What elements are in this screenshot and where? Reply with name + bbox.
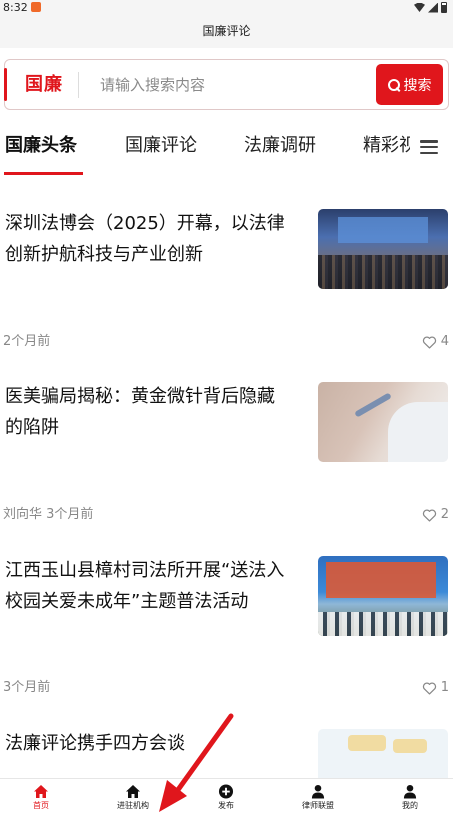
- like-count: 4: [440, 334, 449, 349]
- nav-home[interactable]: 首页: [11, 784, 71, 812]
- nav-label: 我的: [402, 801, 418, 810]
- nav-label: 进驻机构: [117, 801, 149, 810]
- nav-label: 律师联盟: [302, 801, 334, 810]
- tab-headlines[interactable]: 国廉头条: [5, 134, 77, 158]
- nav-institutions[interactable]: 进驻机构: [103, 784, 163, 812]
- search-input[interactable]: [100, 72, 360, 98]
- news-thumbnail[interactable]: [318, 556, 448, 636]
- battery-icon: [441, 2, 447, 13]
- signal-icon: [428, 2, 438, 13]
- news-title[interactable]: 深圳法博会（2025）开幕，以法律创新护航科技与产业创新: [5, 208, 290, 270]
- heart-icon: [422, 336, 436, 349]
- news-thumbnail[interactable]: [318, 209, 448, 289]
- search-divider: [78, 72, 79, 98]
- nav-publish[interactable]: 发布: [196, 784, 256, 812]
- news-meta: 2个月前: [3, 334, 51, 349]
- home-icon: [126, 785, 140, 798]
- news-title[interactable]: 法廉评论携手四方会谈: [5, 728, 290, 759]
- like-button[interactable]: 1: [422, 680, 449, 695]
- tab-commentary[interactable]: 国廉评论: [125, 134, 197, 158]
- news-title[interactable]: 医美骗局揭秘：黄金微针背后隐藏的陷阱: [5, 381, 290, 443]
- news-meta: 刘向华 3个月前: [3, 507, 94, 522]
- category-tabs: 国廉头条 国廉评论 法廉调研 精彩视: [0, 122, 410, 178]
- tab-videos[interactable]: 精彩视: [363, 134, 410, 158]
- nav-lawyer-alliance[interactable]: 律师联盟: [288, 784, 348, 812]
- home-icon: [34, 785, 48, 798]
- bottom-nav: 首页 进驻机构 发布 律师联盟 我的: [0, 778, 453, 813]
- status-time: 8:32: [3, 1, 28, 14]
- user-icon: [311, 784, 325, 799]
- search-button-label: 搜索: [403, 77, 432, 94]
- news-meta: 3个月前: [3, 680, 51, 695]
- news-title[interactable]: 江西玉山县樟村司法所开展“送法入校园关爱未成年”主题普法活动: [5, 555, 290, 617]
- search-logo: 国廉: [25, 74, 63, 95]
- nav-label: 首页: [33, 801, 49, 810]
- title-bar: 国廉评论: [0, 16, 453, 48]
- plus-circle-icon: [218, 784, 234, 799]
- search-bar: 国廉 搜索: [4, 59, 449, 110]
- app-notification-icon: [31, 2, 41, 12]
- page-title: 国廉评论: [202, 24, 251, 38]
- like-count: 2: [440, 507, 449, 522]
- like-button[interactable]: 4: [422, 334, 449, 349]
- heart-icon: [422, 682, 436, 695]
- status-indicators: [414, 2, 447, 13]
- active-tab-indicator: [4, 172, 83, 175]
- status-bar: 8:32: [0, 0, 453, 16]
- like-count: 1: [440, 680, 449, 695]
- search-icon: [387, 78, 400, 91]
- tab-research[interactable]: 法廉调研: [244, 134, 316, 158]
- nav-label: 发布: [218, 801, 234, 810]
- search-button[interactable]: 搜索: [376, 64, 443, 105]
- like-button[interactable]: 2: [422, 507, 449, 522]
- nav-profile[interactable]: 我的: [380, 784, 440, 812]
- menu-icon[interactable]: [420, 140, 438, 154]
- user-icon: [403, 784, 417, 799]
- news-thumbnail[interactable]: [318, 382, 448, 462]
- heart-icon: [422, 509, 436, 522]
- news-thumbnail[interactable]: [318, 729, 448, 778]
- wifi-icon: [414, 3, 425, 12]
